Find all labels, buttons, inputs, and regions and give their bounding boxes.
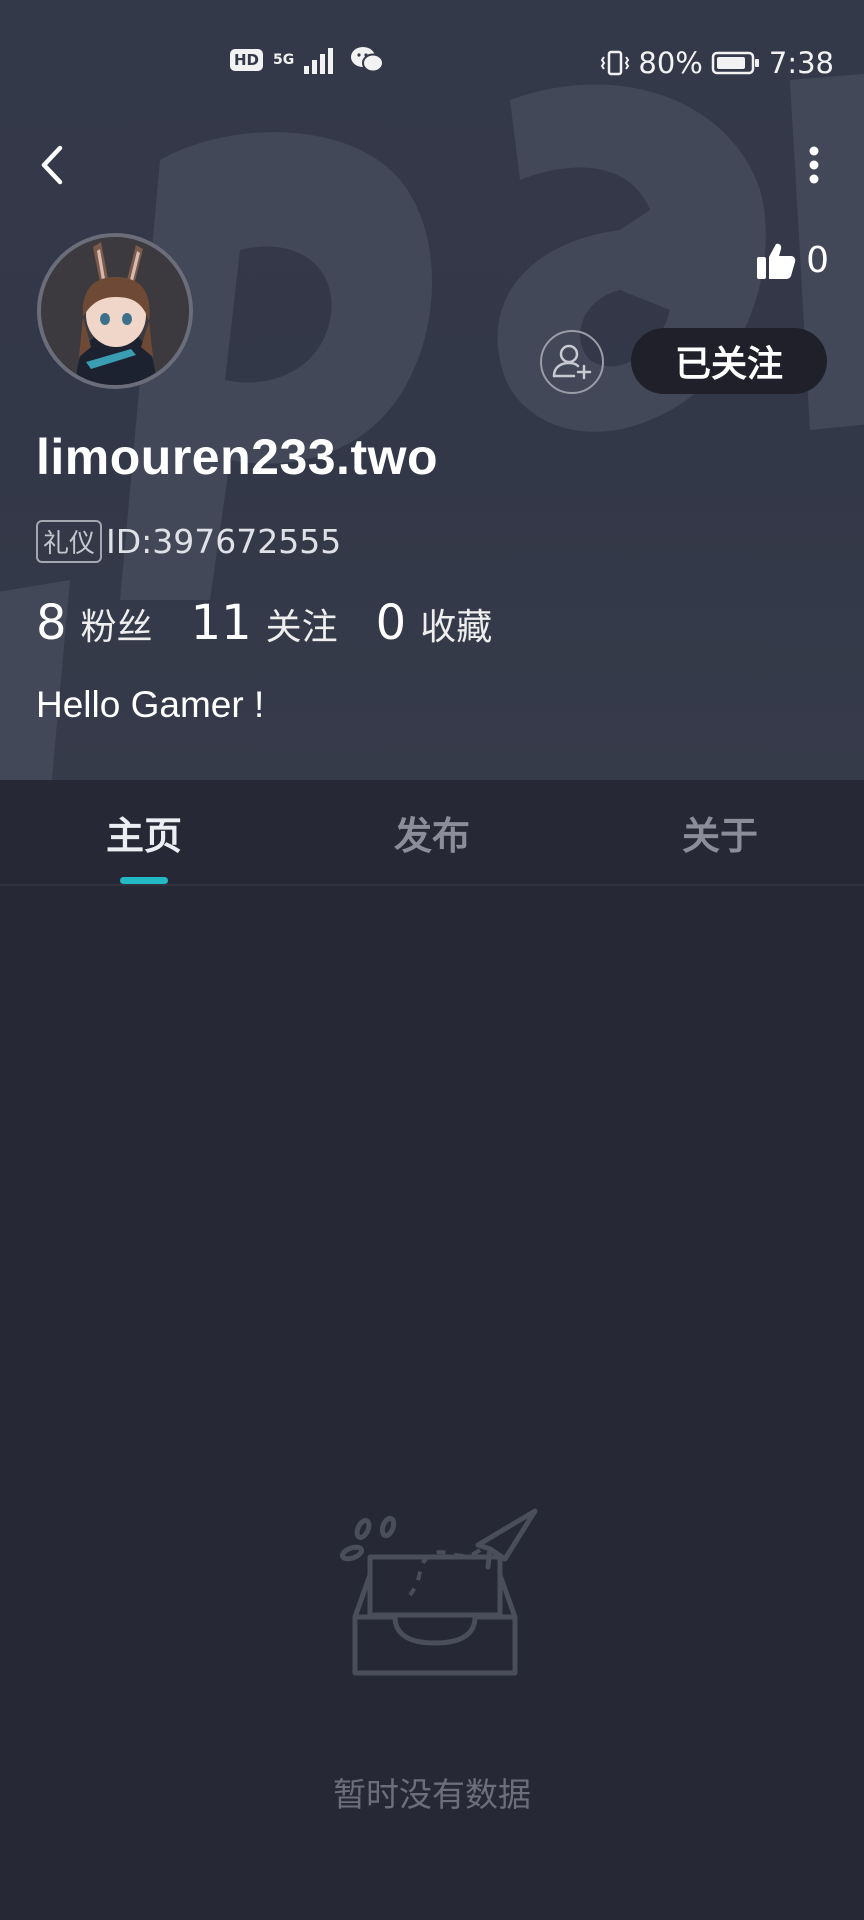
add-friend-button[interactable]	[540, 330, 604, 394]
stat-value: 11	[190, 595, 252, 651]
avatar-illustration	[41, 237, 189, 385]
wechat-icon	[351, 47, 385, 73]
stat-label: 粉丝	[80, 607, 153, 648]
profile-stats: 8 粉丝 11 关注 0 收藏	[36, 595, 530, 651]
clock: 7:38	[768, 46, 834, 80]
profile-tabs: 主页 发布 关于	[0, 780, 864, 886]
profile-header: HD 5G 80% 7:38 0 已关注 limouren233.two 礼仪 …	[0, 0, 864, 780]
hd-icon: HD	[230, 49, 264, 71]
avatar[interactable]	[37, 233, 193, 389]
tab-home[interactable]: 主页	[0, 780, 288, 884]
user-bio: Hello Gamer !	[36, 684, 265, 725]
signal-icon	[304, 48, 334, 74]
battery-icon	[711, 51, 759, 75]
vibrate-icon	[601, 50, 630, 76]
taptap-watermark	[0, 73, 864, 780]
network-type: 5G	[273, 52, 295, 68]
thumbs-up-icon	[757, 243, 796, 279]
battery-percent: 80%	[638, 46, 703, 80]
user-id: ID:397672555	[106, 522, 342, 561]
etiquette-badge[interactable]: 礼仪	[36, 520, 103, 563]
stat-value: 0	[375, 595, 407, 651]
add-user-icon	[552, 344, 592, 380]
stat-following[interactable]: 11 关注	[191, 595, 338, 651]
user-id-row: 礼仪 ID:397672555	[36, 520, 341, 563]
tab-about[interactable]: 关于	[576, 780, 864, 884]
stat-label: 收藏	[420, 607, 493, 648]
status-bar: HD 5G 80% 7:38	[0, 36, 864, 92]
back-arrow-icon[interactable]	[30, 140, 80, 190]
stat-followers[interactable]: 8 粉丝	[36, 595, 153, 651]
stat-value: 8	[36, 595, 67, 651]
likes-count: 0	[806, 240, 829, 281]
username: limouren233.two	[36, 429, 439, 485]
following-button[interactable]: 已关注	[631, 328, 827, 394]
tab-posts[interactable]: 发布	[288, 780, 576, 884]
empty-state-message: 暂时没有数据	[333, 1775, 531, 1814]
likes-counter[interactable]: 0	[756, 240, 829, 281]
empty-inbox-icon	[339, 1508, 538, 1676]
active-tab-indicator	[120, 877, 168, 884]
stat-favorites[interactable]: 0 收藏	[376, 595, 493, 651]
stat-label: 关注	[265, 607, 338, 648]
more-options-icon[interactable]	[804, 145, 824, 185]
